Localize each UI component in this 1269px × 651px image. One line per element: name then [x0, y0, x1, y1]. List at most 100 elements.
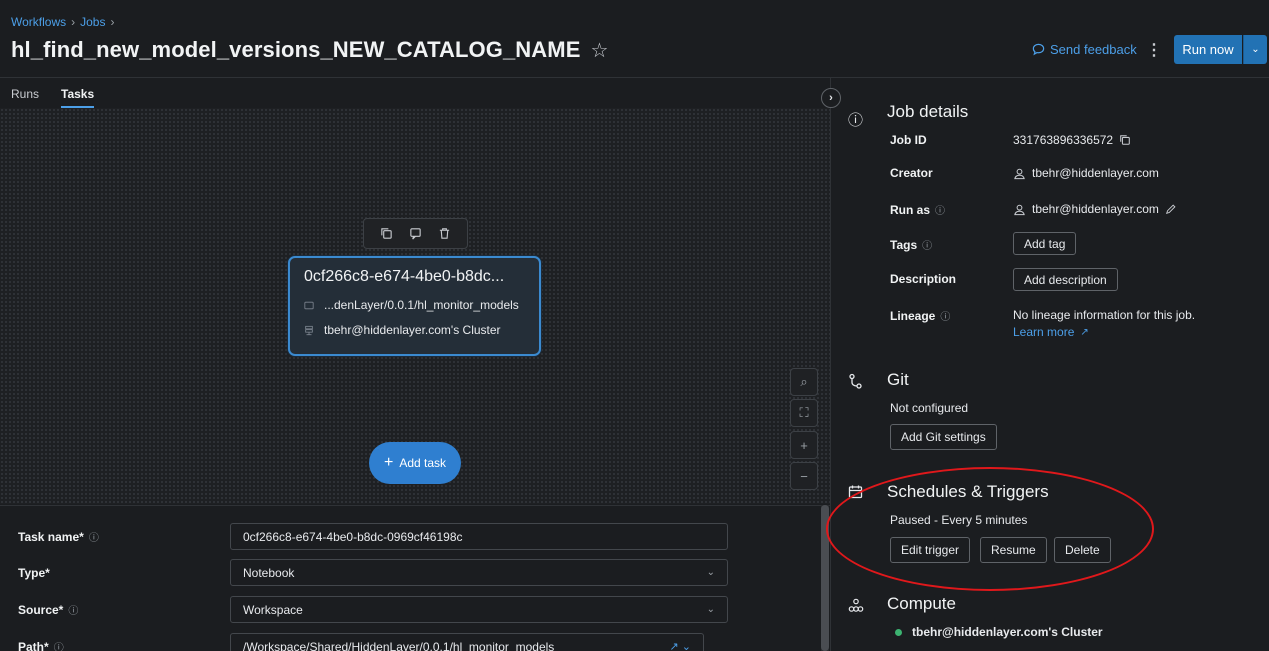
creator-value: tbehr@hiddenlayer.com [1032, 166, 1159, 180]
task-dag-canvas[interactable]: 0cf266c8-e674-4be0-b8dc... ...denLayer/0… [0, 108, 830, 504]
page-title-row: hl_find_new_model_versions_NEW_CATALOG_N… [11, 37, 609, 63]
chevron-down-icon: ⌄ [1251, 44, 1260, 55]
run-as-row: tbehr@hiddenlayer.com [1013, 202, 1177, 216]
task-node-title: 0cf266c8-e674-4be0-b8dc... [304, 268, 505, 285]
copy-icon[interactable] [1119, 134, 1131, 146]
info-icon[interactable]: ⓘ [68, 602, 78, 617]
type-select[interactable]: Notebook ⌄ [230, 559, 728, 586]
breadcrumb-separator: › [71, 15, 76, 29]
delete-schedule-button[interactable]: Delete [1054, 537, 1111, 563]
type-row: Type* Notebook ⌄ [18, 559, 728, 586]
creator-row: tbehr@hiddenlayer.com [1013, 166, 1159, 180]
type-value: Notebook [243, 565, 295, 580]
trash-icon[interactable] [438, 227, 451, 240]
external-link-icon[interactable]: ↗ ⌄ [670, 640, 692, 651]
run-as-value: tbehr@hiddenlayer.com [1032, 202, 1159, 216]
fit-view-icon: ⛶ [799, 405, 809, 420]
run-now-dropdown[interactable]: ⌄ [1243, 35, 1267, 64]
info-icon[interactable]: ⓘ [922, 237, 932, 252]
notebook-icon [304, 301, 314, 309]
chevron-right-icon: › [829, 92, 833, 104]
compute-cluster-row[interactable]: tbehr@hiddenlayer.com's Cluster [895, 625, 1103, 639]
tags-label: Tags ⓘ [890, 237, 932, 253]
run-now-button[interactable]: Run now [1174, 35, 1242, 64]
status-dot-icon [895, 628, 902, 636]
breadcrumb-jobs[interactable]: Jobs [80, 15, 105, 29]
info-icon[interactable]: ⓘ [940, 308, 950, 323]
tab-runs[interactable]: Runs [11, 80, 39, 108]
add-git-settings-button[interactable]: Add Git settings [890, 424, 997, 450]
side-panel-divider [830, 78, 831, 651]
source-row: Source* ⓘ Workspace ⌄ [18, 596, 728, 623]
external-link-icon: ↗ [1080, 326, 1089, 338]
collapse-panel-button[interactable]: › [821, 88, 841, 108]
git-status: Not configured [890, 401, 969, 415]
info-icon[interactable]: ⓘ [935, 202, 945, 217]
lineage-label-text: Lineage [890, 308, 936, 323]
star-icon[interactable]: ☆ [590, 38, 608, 63]
pencil-icon[interactable] [1165, 203, 1177, 215]
edit-trigger-button[interactable]: Edit trigger [890, 537, 971, 563]
info-circle-icon: ⓘ [848, 112, 864, 129]
task-name-label-text: Task name* [18, 529, 84, 544]
compute-icon [848, 598, 864, 617]
add-task-button[interactable]: + Add task [369, 442, 461, 484]
chevron-down-icon: ⌄ [706, 567, 715, 578]
run-as-label: Run as ⓘ [890, 202, 945, 218]
zoom-in-button[interactable]: + [790, 431, 818, 459]
job-id-value: 331763896336572 [1013, 133, 1114, 147]
task-name-row: Task name* ⓘ 0cf266c8-e674-4be0-b8dc-096… [18, 523, 728, 550]
info-icon[interactable]: ⓘ [89, 529, 99, 544]
source-select[interactable]: Workspace ⌄ [230, 596, 728, 623]
lineage-value: No lineage information for this job. [1013, 308, 1196, 322]
page-header: Workflows › Jobs › hl_find_new_model_ver… [0, 0, 1269, 78]
description-label: Description [890, 272, 957, 286]
task-name-input[interactable]: 0cf266c8-e674-4be0-b8dc-0969cf46198c [230, 523, 728, 550]
add-description-button[interactable]: Add description [1013, 268, 1118, 291]
form-scrollbar[interactable] [821, 505, 829, 651]
search-icon: ⌕ [800, 374, 808, 389]
search-canvas-button[interactable]: ⌕ [790, 368, 818, 396]
task-node-path: ...denLayer/0.0.1/hl_monitor_models [324, 298, 519, 312]
task-node-cluster-row: tbehr@hiddenlayer.com's Cluster [304, 323, 525, 337]
tab-tasks[interactable]: Tasks [61, 80, 95, 108]
breadcrumb-workflows[interactable]: Workflows [11, 15, 66, 29]
fit-view-button[interactable]: ⛶ [790, 399, 818, 427]
chat-bubble-icon [1032, 43, 1045, 56]
compute-cluster-name: tbehr@hiddenlayer.com's Cluster [912, 625, 1103, 639]
path-label: Path* ⓘ [18, 639, 230, 651]
breadcrumb-separator: › [110, 15, 115, 29]
source-value: Workspace [243, 602, 303, 617]
learn-more-link[interactable]: Learn more ↗ [1013, 325, 1089, 339]
creator-label: Creator [890, 166, 933, 180]
schedules-title: Schedules & Triggers [887, 482, 1049, 501]
page-title: hl_find_new_model_versions_NEW_CATALOG_N… [11, 37, 581, 62]
info-icon[interactable]: ⓘ [54, 639, 64, 651]
zoom-out-button[interactable]: − [790, 462, 818, 490]
task-node-cluster: tbehr@hiddenlayer.com's Cluster [324, 323, 501, 337]
resume-button[interactable]: Resume [980, 537, 1047, 563]
job-details-title: Job details [887, 102, 969, 121]
user-icon [1014, 168, 1025, 179]
chevron-down-icon: ⌄ [706, 604, 715, 615]
zoom-out-icon: − [800, 468, 808, 484]
comment-icon[interactable] [409, 227, 422, 240]
schedule-status: Paused - Every 5 minutes [890, 513, 1028, 527]
type-label: Type* [18, 566, 230, 580]
learn-more-label: Learn more [1013, 325, 1075, 339]
path-input[interactable]: /Workspace/Shared/HiddenLayer/0.0.1/hl_m… [230, 633, 704, 651]
path-label-text: Path* [18, 639, 49, 651]
copy-icon[interactable] [380, 227, 393, 240]
add-tag-button[interactable]: Add tag [1013, 232, 1077, 255]
plus-icon: + [383, 454, 394, 471]
compute-title: Compute [887, 594, 956, 613]
cluster-icon [305, 325, 313, 335]
git-title: Git [887, 370, 909, 389]
send-feedback-link[interactable]: Send feedback [1032, 42, 1137, 57]
task-node[interactable]: 0cf266c8-e674-4be0-b8dc... ...denLayer/0… [288, 256, 541, 356]
more-actions-icon[interactable]: ⋮ [1146, 40, 1162, 60]
git-branch-icon [848, 373, 863, 394]
type-label-text: Type* [18, 565, 50, 580]
tags-label-text: Tags [890, 237, 918, 252]
source-label-text: Source* [18, 602, 64, 617]
